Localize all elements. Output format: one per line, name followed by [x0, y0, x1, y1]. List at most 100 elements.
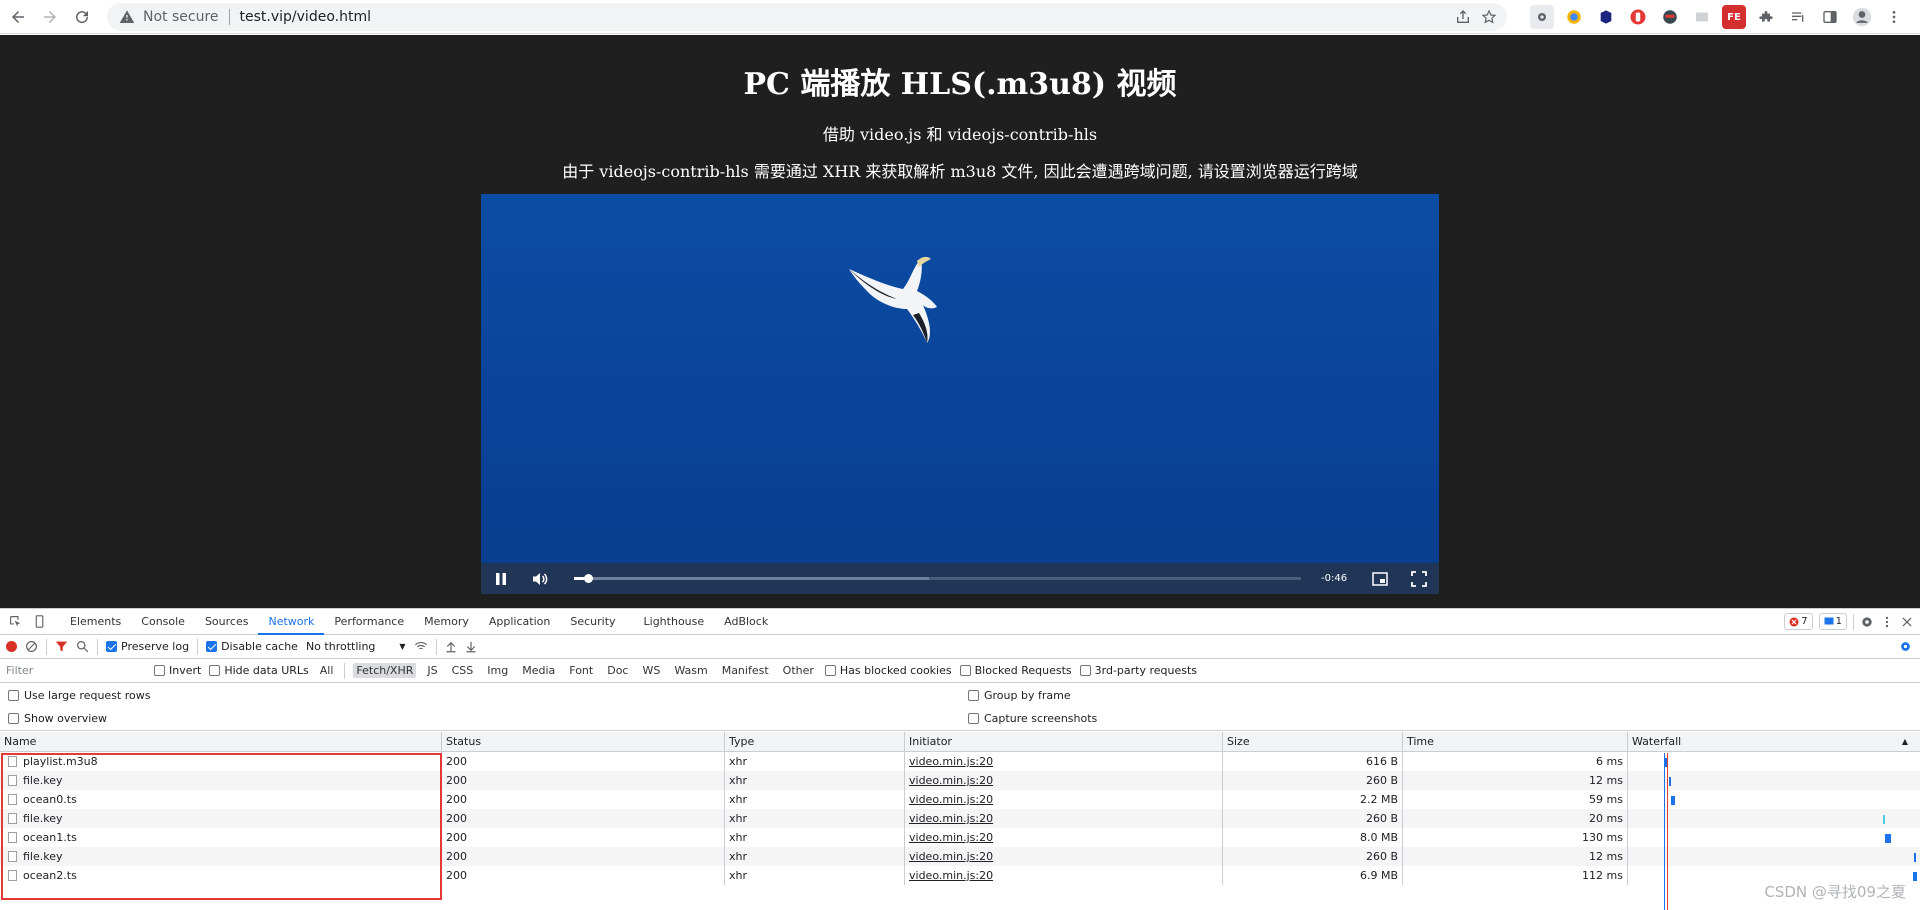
table-row[interactable]: file.key 200 xhr video.min.js:20 260 B 20 ms [0, 809, 1920, 828]
profile-icon[interactable] [1850, 5, 1874, 29]
fullscreen-icon[interactable] [1400, 563, 1439, 594]
checkbox-box[interactable] [824, 665, 836, 676]
tab-application[interactable]: Application [479, 609, 560, 635]
request-initiator[interactable]: video.min.js:20 [905, 828, 1223, 847]
search-icon[interactable] [76, 640, 89, 653]
back-icon[interactable] [4, 3, 32, 31]
tab-security[interactable]: Security [560, 609, 625, 635]
table-row[interactable]: file.key 200 xhr video.min.js:20 260 B 12 ms [0, 771, 1920, 790]
devtools-menu-icon[interactable] [1880, 615, 1894, 629]
blocked-requests-checkbox[interactable]: Blocked Requests [959, 664, 1072, 677]
filter-type-wasm[interactable]: Wasm [671, 663, 710, 678]
request-name-cell[interactable]: ocean1.ts [0, 828, 442, 847]
filter-type-media[interactable]: Media [519, 663, 558, 678]
video-player[interactable]: -0:46 [481, 194, 1439, 594]
column-status[interactable]: Status [442, 732, 725, 752]
third-party-checkbox[interactable]: 3rd-party requests [1079, 664, 1197, 677]
column-waterfall[interactable]: Waterfall ▲ [1628, 732, 1920, 752]
request-initiator[interactable]: video.min.js:20 [905, 752, 1223, 771]
volume-icon[interactable] [520, 563, 559, 594]
reading-list-icon[interactable] [1786, 5, 1810, 29]
url-text[interactable]: test.vip/video.html [240, 9, 371, 25]
tab-lighthouse[interactable]: Lighthouse [634, 609, 715, 635]
checkbox-box[interactable] [968, 713, 979, 724]
checkbox-box[interactable] [8, 713, 19, 724]
network-conditions-icon[interactable] [414, 640, 428, 653]
filter-type-fetch-xhr[interactable]: Fetch/XHR [353, 663, 417, 678]
filter-type-img[interactable]: Img [484, 663, 511, 678]
filter-type-all[interactable]: All [317, 663, 337, 678]
seek-handle[interactable] [584, 574, 594, 583]
request-initiator[interactable]: video.min.js:20 [905, 771, 1223, 790]
checkbox-box[interactable] [968, 690, 979, 701]
network-settings-icon[interactable] [1899, 640, 1912, 653]
filter-type-css[interactable]: CSS [449, 663, 477, 678]
request-initiator[interactable]: video.min.js:20 [905, 790, 1223, 809]
error-badge[interactable]: 7 [1784, 613, 1813, 630]
clear-icon[interactable] [25, 640, 38, 653]
warning-icon[interactable] [119, 9, 135, 25]
request-name-cell[interactable]: file.key [0, 847, 442, 866]
ext-shield-icon[interactable] [1594, 5, 1618, 29]
puzzle-icon[interactable] [1754, 5, 1778, 29]
tab-elements[interactable]: Elements [60, 609, 131, 635]
forward-icon[interactable] [36, 3, 64, 31]
throttling-select[interactable]: No throttling ▼ [306, 640, 406, 653]
checkbox-box[interactable] [154, 665, 165, 676]
filter-icon[interactable] [55, 640, 68, 653]
invert-checkbox[interactable]: Invert [154, 664, 201, 677]
tab-performance[interactable]: Performance [324, 609, 414, 635]
preserve-log-checkbox[interactable]: Preserve log [106, 640, 189, 653]
import-har-icon[interactable] [445, 640, 457, 653]
request-name-cell[interactable]: file.key [0, 809, 442, 828]
message-badge[interactable]: 1 [1818, 613, 1847, 630]
ext-adblock-icon[interactable] [1626, 5, 1650, 29]
column-initiator[interactable]: Initiator [905, 732, 1223, 752]
side-panel-icon[interactable] [1818, 5, 1842, 29]
table-row[interactable]: playlist.m3u8 200 xhr video.min.js:20 616 B6… [0, 752, 1920, 771]
checkbox-box[interactable] [1079, 665, 1091, 676]
pause-icon[interactable] [481, 563, 520, 594]
close-devtools-icon[interactable] [1900, 615, 1914, 629]
checkbox-box[interactable] [209, 665, 221, 676]
share-icon[interactable] [1455, 9, 1471, 25]
column-name[interactable]: Name [0, 732, 442, 752]
column-size[interactable]: Size [1223, 732, 1403, 752]
request-name-cell[interactable]: ocean2.ts [0, 866, 442, 885]
seek-bar[interactable] [573, 574, 1302, 583]
request-name-cell[interactable]: ocean0.ts [0, 790, 442, 809]
column-time[interactable]: Time [1403, 732, 1628, 752]
reload-icon[interactable] [68, 3, 96, 31]
column-type[interactable]: Type [725, 732, 905, 752]
record-icon[interactable] [6, 641, 17, 652]
request-name-cell[interactable]: playlist.m3u8 [0, 752, 442, 771]
request-name-cell[interactable]: file.key [0, 771, 442, 790]
checkbox-box[interactable] [106, 641, 117, 652]
table-row[interactable]: ocean0.ts 200 xhr video.min.js:20 2.2 MB 59 m… [0, 790, 1920, 809]
tab-network[interactable]: Network [258, 609, 325, 635]
table-row[interactable]: ocean1.ts 200 xhr video.min.js:20 8.0 MB 130 … [0, 828, 1920, 847]
show-overview-checkbox[interactable]: Show overview [8, 712, 107, 725]
checkbox-box[interactable] [8, 690, 19, 701]
ext-grey-icon[interactable] [1690, 5, 1714, 29]
request-initiator[interactable]: video.min.js:20 [905, 847, 1223, 866]
request-initiator[interactable]: video.min.js:20 [905, 866, 1223, 885]
ext-face-icon[interactable] [1658, 5, 1682, 29]
picture-in-picture-icon[interactable] [1360, 563, 1399, 594]
security-label[interactable]: Not secure [143, 9, 219, 25]
kebab-menu-icon[interactable] [1882, 5, 1906, 29]
ext-fe-icon[interactable]: FE [1722, 5, 1746, 29]
disable-cache-checkbox[interactable]: Disable cache [206, 640, 298, 653]
settings-gear-icon[interactable] [1860, 615, 1874, 629]
tab-adblock[interactable]: AdBlock [714, 609, 778, 635]
filter-type-font[interactable]: Font [566, 663, 596, 678]
address-bar[interactable]: Not secure test.vip/video.html [107, 3, 1507, 31]
tab-sources[interactable]: Sources [195, 609, 259, 635]
table-row[interactable]: ocean2.ts 200 xhr video.min.js:20 6.9 MB 112 … [0, 866, 1920, 885]
filter-type-doc[interactable]: Doc [604, 663, 631, 678]
has-blocked-cookies-checkbox[interactable]: Has blocked cookies [824, 664, 952, 677]
checkbox-box[interactable] [206, 641, 218, 652]
group-by-frame-checkbox[interactable]: Group by frame [968, 689, 1071, 702]
ext-bird-icon[interactable] [1562, 5, 1586, 29]
filter-type-manifest[interactable]: Manifest [719, 663, 772, 678]
